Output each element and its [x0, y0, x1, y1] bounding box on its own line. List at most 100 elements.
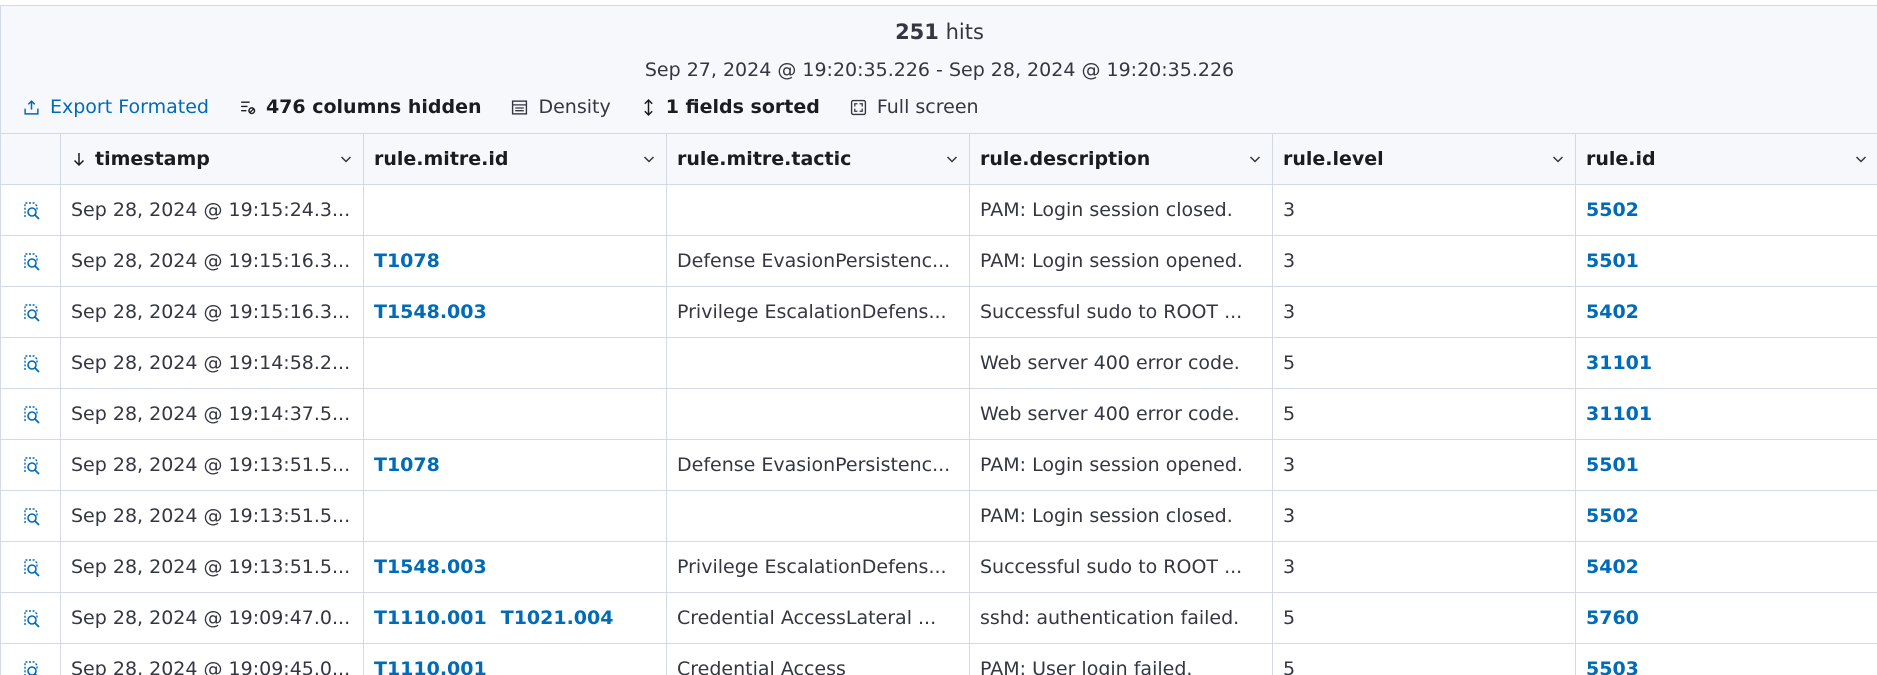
cell-rule-id[interactable]: 31101 — [1576, 389, 1877, 439]
inspect-button[interactable] — [1, 440, 61, 490]
mitre-id-link[interactable]: T1078 — [374, 454, 440, 476]
cell-rule-id[interactable]: 5501 — [1576, 440, 1877, 490]
cell-rule-mitre-id[interactable]: T1110.001 — [364, 644, 667, 675]
cell-rule-id[interactable]: 31101 — [1576, 338, 1877, 388]
chevron-down-icon[interactable] — [642, 152, 656, 166]
mitre-id-link[interactable]: T1548.003 — [374, 556, 487, 578]
cell-rule-id[interactable]: 5402 — [1576, 542, 1877, 592]
inspect-button[interactable] — [1, 593, 61, 643]
rule-id-link[interactable]: 5501 — [1586, 454, 1639, 476]
full-screen-button[interactable]: Full screen — [850, 96, 979, 118]
cell-rule-mitre-tactic[interactable] — [667, 338, 970, 388]
cell-timestamp[interactable]: Sep 28, 2024 @ 19:13:51.5... — [61, 542, 364, 592]
export-formatted-button[interactable]: Export Formated — [23, 96, 209, 118]
fields-sorted-button[interactable]: 1 fields sorted — [641, 96, 820, 118]
cell-rule-description[interactable]: Successful sudo to ROOT ... — [970, 287, 1273, 337]
inspect-button[interactable] — [1, 338, 61, 388]
chevron-down-icon[interactable] — [1551, 152, 1565, 166]
inspect-button[interactable] — [1, 287, 61, 337]
cell-timestamp[interactable]: Sep 28, 2024 @ 19:14:58.2... — [61, 338, 364, 388]
mitre-id-link[interactable]: T1110.001 — [374, 658, 487, 675]
cell-rule-level[interactable]: 3 — [1273, 185, 1576, 235]
rule-id-link[interactable]: 5503 — [1586, 658, 1639, 675]
cell-rule-mitre-id[interactable]: T1548.003 — [364, 542, 667, 592]
cell-rule-description[interactable]: Web server 400 error code. — [970, 338, 1273, 388]
cell-rule-mitre-tactic[interactable]: Credential AccessLateral ... — [667, 593, 970, 643]
column-header-rule-mitre-id[interactable]: rule.mitre.id — [364, 134, 667, 184]
inspect-button[interactable] — [1, 185, 61, 235]
cell-rule-mitre-tactic[interactable]: Defense EvasionPersistenc... — [667, 236, 970, 286]
cell-rule-mitre-tactic[interactable]: Defense EvasionPersistenc... — [667, 440, 970, 490]
cell-rule-level[interactable]: 5 — [1273, 338, 1576, 388]
cell-rule-id[interactable]: 5502 — [1576, 185, 1877, 235]
cell-rule-level[interactable]: 3 — [1273, 542, 1576, 592]
cell-rule-mitre-tactic[interactable] — [667, 491, 970, 541]
cell-rule-mitre-id[interactable]: T1078 — [364, 440, 667, 490]
column-header-rule-level[interactable]: rule.level — [1273, 134, 1576, 184]
chevron-down-icon[interactable] — [339, 152, 353, 166]
rule-id-link[interactable]: 31101 — [1586, 352, 1652, 374]
cell-rule-mitre-tactic[interactable] — [667, 389, 970, 439]
mitre-id-link[interactable]: T1078 — [374, 250, 440, 272]
inspect-button[interactable] — [1, 236, 61, 286]
rule-id-link[interactable]: 5502 — [1586, 505, 1639, 527]
rule-id-link[interactable]: 5502 — [1586, 199, 1639, 221]
cell-rule-mitre-id[interactable] — [364, 185, 667, 235]
rule-id-link[interactable]: 5501 — [1586, 250, 1639, 272]
column-header-rule-mitre-tactic[interactable]: rule.mitre.tactic — [667, 134, 970, 184]
cell-rule-level[interactable]: 3 — [1273, 491, 1576, 541]
cell-rule-level[interactable]: 3 — [1273, 287, 1576, 337]
cell-timestamp[interactable]: Sep 28, 2024 @ 19:09:47.0... — [61, 593, 364, 643]
cell-timestamp[interactable]: Sep 28, 2024 @ 19:15:16.3... — [61, 287, 364, 337]
cell-timestamp[interactable]: Sep 28, 2024 @ 19:13:51.5... — [61, 440, 364, 490]
inspect-button[interactable] — [1, 542, 61, 592]
chevron-down-icon[interactable] — [1854, 152, 1868, 166]
column-header-rule-id[interactable]: rule.id — [1576, 134, 1877, 184]
cell-rule-level[interactable]: 5 — [1273, 389, 1576, 439]
cell-rule-level[interactable]: 5 — [1273, 644, 1576, 675]
cell-rule-id[interactable]: 5503 — [1576, 644, 1877, 675]
cell-rule-mitre-id[interactable] — [364, 491, 667, 541]
inspect-button[interactable] — [1, 491, 61, 541]
cell-timestamp[interactable]: Sep 28, 2024 @ 19:09:45.0... — [61, 644, 364, 675]
mitre-id-link[interactable]: T1110.001 — [374, 607, 487, 629]
cell-rule-mitre-tactic[interactable]: Privilege EscalationDefens... — [667, 287, 970, 337]
cell-timestamp[interactable]: Sep 28, 2024 @ 19:15:16.3... — [61, 236, 364, 286]
columns-hidden-button[interactable]: 476 columns hidden — [239, 96, 481, 118]
cell-timestamp[interactable]: Sep 28, 2024 @ 19:13:51.5... — [61, 491, 364, 541]
cell-rule-description[interactable]: PAM: Login session closed. — [970, 185, 1273, 235]
mitre-id-link[interactable]: T1548.003 — [374, 301, 487, 323]
cell-rule-mitre-tactic[interactable] — [667, 185, 970, 235]
cell-rule-id[interactable]: 5402 — [1576, 287, 1877, 337]
cell-timestamp[interactable]: Sep 28, 2024 @ 19:14:37.5... — [61, 389, 364, 439]
cell-rule-mitre-id[interactable]: T1078 — [364, 236, 667, 286]
cell-rule-description[interactable]: PAM: Login session opened. — [970, 440, 1273, 490]
cell-rule-description[interactable]: PAM: User login failed. — [970, 644, 1273, 675]
cell-rule-level[interactable]: 5 — [1273, 593, 1576, 643]
cell-rule-description[interactable]: PAM: Login session opened. — [970, 236, 1273, 286]
inspect-button[interactable] — [1, 644, 61, 675]
density-button[interactable]: Density — [511, 96, 611, 118]
cell-rule-description[interactable]: Successful sudo to ROOT ... — [970, 542, 1273, 592]
cell-rule-id[interactable]: 5502 — [1576, 491, 1877, 541]
cell-rule-mitre-id[interactable] — [364, 389, 667, 439]
cell-rule-level[interactable]: 3 — [1273, 440, 1576, 490]
cell-rule-description[interactable]: sshd: authentication failed. — [970, 593, 1273, 643]
column-header-timestamp[interactable]: timestamp — [61, 134, 364, 184]
cell-rule-mitre-id[interactable]: T1110.001 T1021.004 — [364, 593, 667, 643]
rule-id-link[interactable]: 5760 — [1586, 607, 1639, 629]
cell-rule-id[interactable]: 5501 — [1576, 236, 1877, 286]
chevron-down-icon[interactable] — [1248, 152, 1262, 166]
cell-rule-mitre-id[interactable]: T1548.003 — [364, 287, 667, 337]
mitre-id-link[interactable]: T1021.004 — [501, 607, 614, 629]
cell-rule-mitre-id[interactable] — [364, 338, 667, 388]
cell-rule-description[interactable]: Web server 400 error code. — [970, 389, 1273, 439]
rule-id-link[interactable]: 5402 — [1586, 301, 1639, 323]
chevron-down-icon[interactable] — [945, 152, 959, 166]
column-header-rule-description[interactable]: rule.description — [970, 134, 1273, 184]
cell-rule-mitre-tactic[interactable]: Credential Access — [667, 644, 970, 675]
rule-id-link[interactable]: 31101 — [1586, 403, 1652, 425]
cell-rule-level[interactable]: 3 — [1273, 236, 1576, 286]
cell-rule-description[interactable]: PAM: Login session closed. — [970, 491, 1273, 541]
rule-id-link[interactable]: 5402 — [1586, 556, 1639, 578]
